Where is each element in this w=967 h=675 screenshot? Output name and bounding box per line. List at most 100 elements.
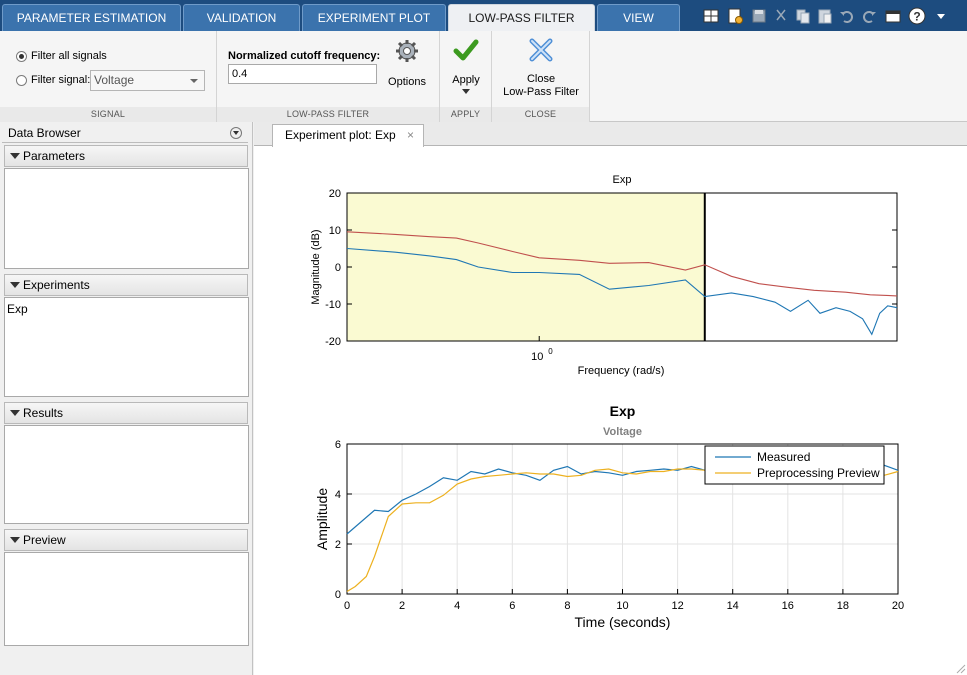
magnitude-ytick-label: 20 [329, 188, 341, 200]
time-xtick-label: 2 [399, 600, 405, 612]
tab-experiment-plot[interactable]: EXPERIMENT PLOT [302, 4, 446, 31]
apply-section-footer: APPLY [440, 107, 491, 122]
panel-header-experiments[interactable]: Experiments [4, 274, 248, 296]
time-ytick-label: 2 [335, 539, 341, 551]
quick-access-toolbar: ? [697, 4, 967, 28]
browser-menu-icon[interactable] [230, 127, 242, 139]
close-label-line2: Low-Pass Filter [503, 86, 579, 98]
time-ytick-label: 0 [335, 589, 341, 601]
time-plot-subtitle: Voltage [603, 426, 642, 438]
close-icon[interactable]: × [407, 125, 414, 146]
cut-icon[interactable] [771, 6, 791, 26]
preview-list[interactable] [4, 552, 249, 646]
magnitude-axes[interactable]: -20 -10 0 10 20 10 0 Exp Frequency (rad/s) Mag… [310, 174, 898, 377]
panel-header-results[interactable]: Results [4, 402, 248, 424]
close-section-footer: CLOSE [492, 107, 589, 122]
tab-validation[interactable]: VALIDATION [183, 4, 300, 31]
help-icon[interactable]: ? [907, 6, 927, 26]
checkmark-icon [453, 39, 479, 61]
apply-button[interactable]: Apply [442, 37, 490, 95]
radio-unselected-icon [16, 74, 27, 86]
time-xtick-label: 12 [671, 600, 683, 612]
document-tab-strip: Experiment plot: Exp × [254, 122, 967, 147]
options-button[interactable]: Options [382, 39, 432, 88]
filter-signal-label: Filter signal: [31, 74, 91, 86]
parameters-list[interactable] [4, 168, 249, 269]
data-browser: Data Browser Parameters Experiments Exp … [0, 122, 253, 675]
time-ytick-label: 6 [335, 439, 341, 451]
filter-all-signals-radio[interactable]: Filter all signals [16, 48, 107, 64]
magnitude-xtick-label: 10 [531, 351, 543, 363]
chevron-down-icon [190, 79, 198, 83]
magnitude-ylabel: Magnitude (dB) [310, 229, 322, 304]
time-ytick-label: 4 [335, 489, 341, 501]
magnitude-xtick-exponent: 0 [548, 347, 553, 356]
copy-icon[interactable] [793, 6, 813, 26]
time-axes[interactable]: 0 2 4 6 8 10 12 14 16 18 20 0 2 4 6 Exp Voltage Time (… [314, 403, 904, 630]
tab-low-pass-filter[interactable]: LOW-PASS FILTER [448, 4, 595, 31]
radio-selected-icon [16, 50, 27, 62]
tab-experiment-plot-exp[interactable]: Experiment plot: Exp × [272, 124, 424, 147]
results-list[interactable] [4, 425, 249, 524]
redo-icon[interactable] [859, 6, 879, 26]
close-section: Close Low-Pass Filter CLOSE [492, 31, 590, 122]
passband-region [347, 193, 705, 341]
time-xtick-label: 6 [509, 600, 515, 612]
dropdown-arrow-icon [462, 89, 470, 94]
time-xtick-label: 16 [782, 600, 794, 612]
svg-text:?: ? [913, 10, 920, 24]
legend-label-measured: Measured [757, 450, 810, 464]
legend-label-preview: Preprocessing Preview [757, 466, 880, 480]
panel-header-preview[interactable]: Preview [4, 529, 248, 551]
list-item[interactable]: Exp [7, 302, 246, 316]
signal-dropdown-value: Voltage [94, 73, 135, 87]
layout-icon[interactable] [701, 6, 721, 26]
tab-parameter-estimation[interactable]: PARAMETER ESTIMATION [2, 4, 181, 31]
data-browser-title: Data Browser [2, 125, 248, 143]
paste-icon[interactable] [815, 6, 835, 26]
new-doc-icon[interactable] [725, 6, 745, 26]
time-xtick-label: 10 [616, 600, 628, 612]
time-xlabel: Time (seconds) [575, 614, 671, 630]
filter-all-signals-label: Filter all signals [31, 50, 107, 62]
time-xtick-label: 20 [892, 600, 904, 612]
window-icon[interactable] [883, 6, 903, 26]
magnitude-plot-title: Exp [613, 174, 632, 186]
close-icon [529, 38, 553, 62]
panel-header-parameters[interactable]: Parameters [4, 145, 248, 167]
magnitude-ytick-label: 10 [329, 225, 341, 237]
close-low-pass-filter-button[interactable]: Close Low-Pass Filter [494, 37, 588, 99]
figure: -20 -10 0 10 20 10 0 Exp Frequency (rad/s) Mag… [310, 174, 966, 674]
save-icon[interactable] [749, 6, 769, 26]
low-pass-section-footer: LOW-PASS FILTER [217, 107, 439, 122]
magnitude-xlabel: Frequency (rad/s) [578, 365, 665, 377]
filter-signal-radio[interactable]: Filter signal: [16, 72, 90, 88]
undo-icon[interactable] [837, 6, 857, 26]
cutoff-frequency-input[interactable] [228, 64, 377, 84]
tab-view[interactable]: VIEW [597, 4, 680, 31]
time-xtick-label: 4 [454, 600, 460, 612]
gear-icon [396, 40, 418, 62]
document-area: Experiment plot: Exp × -20 -10 0 10 20 10 0 Ex… [254, 122, 967, 675]
menu-arrow-icon[interactable] [931, 6, 951, 26]
cutoff-frequency-label: Normalized cutoff frequency: [228, 50, 381, 62]
time-plot-title: Exp [610, 403, 636, 419]
close-label-line1: Close [526, 73, 556, 85]
legend[interactable]: Measured Preprocessing Preview [704, 445, 885, 485]
ribbon-tab-strip: PARAMETER ESTIMATION VALIDATION EXPERIME… [0, 0, 967, 31]
document-tab-label: Experiment plot: Exp [285, 128, 396, 142]
options-label: Options [388, 76, 426, 88]
time-xtick-label: 8 [564, 600, 570, 612]
magnitude-ytick-label: -20 [325, 336, 341, 348]
signal-dropdown[interactable]: Voltage [90, 70, 205, 91]
resize-grip-icon[interactable] [956, 664, 966, 674]
time-xtick-label: 18 [837, 600, 849, 612]
time-ylabel: Amplitude [314, 488, 330, 550]
experiments-list[interactable]: Exp [4, 297, 249, 397]
apply-section: Apply APPLY [440, 31, 492, 122]
ribbon: Filter all signals Filter signal: Voltag… [0, 31, 967, 122]
signal-section: Filter all signals Filter signal: Voltag… [0, 31, 217, 122]
apply-label: Apply [452, 74, 480, 86]
signal-section-footer: SIGNAL [0, 107, 216, 122]
magnitude-ytick-label: -10 [325, 299, 341, 311]
